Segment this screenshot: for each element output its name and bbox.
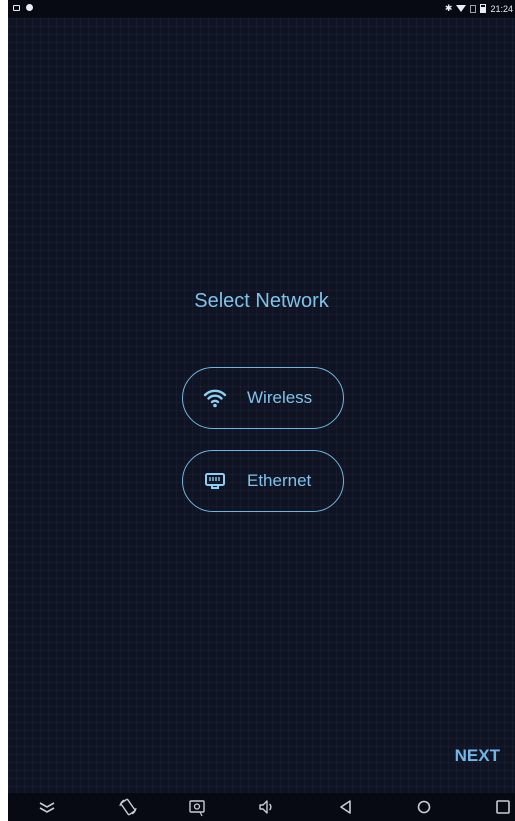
volume-icon[interactable] [256,797,276,817]
wifi-signal-icon [456,5,467,12]
screenshot-icon[interactable] [187,797,207,817]
page-title: Select Network [194,290,329,312]
status-time: 21:24 [490,3,513,14]
wireless-button[interactable]: Wireless [182,367,344,429]
recents-icon[interactable] [493,797,513,817]
rotate-icon[interactable] [118,797,138,817]
bluetooth-icon: ✱ [444,3,453,13]
home-icon[interactable] [414,797,434,817]
circle-icon [26,4,33,11]
navigation-bar [8,793,515,821]
status-bar: ✱ 21:24 [8,0,515,18]
ethernet-label: Ethernet [247,471,312,490]
battery-icon [480,4,487,13]
sim-icon [470,4,477,13]
wifi-icon [203,389,227,408]
back-icon[interactable] [336,797,356,817]
next-button[interactable]: NEXT [455,746,500,766]
ethernet-button[interactable]: Ethernet [182,450,344,512]
collapse-icon[interactable] [37,797,57,817]
device-screen: ✱ 21:24 Select Network Wireless Ethernet… [8,0,515,821]
ethernet-icon [205,473,225,489]
wireless-label: Wireless [247,388,313,407]
notification-icon [13,4,20,11]
